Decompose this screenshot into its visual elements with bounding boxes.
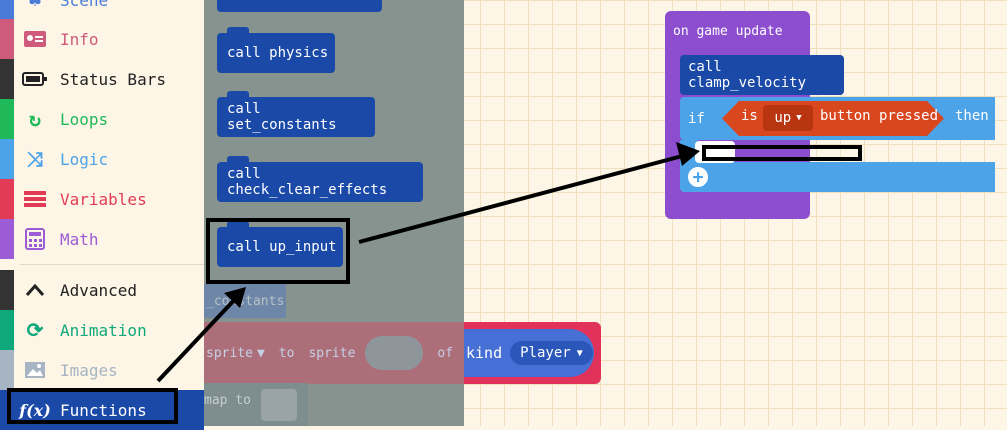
arrow-line-to-up-input <box>156 294 240 383</box>
arrow-head-icon <box>676 142 700 166</box>
tutorial-arrows <box>156 142 700 383</box>
arrow-line-to-slot <box>358 153 687 244</box>
